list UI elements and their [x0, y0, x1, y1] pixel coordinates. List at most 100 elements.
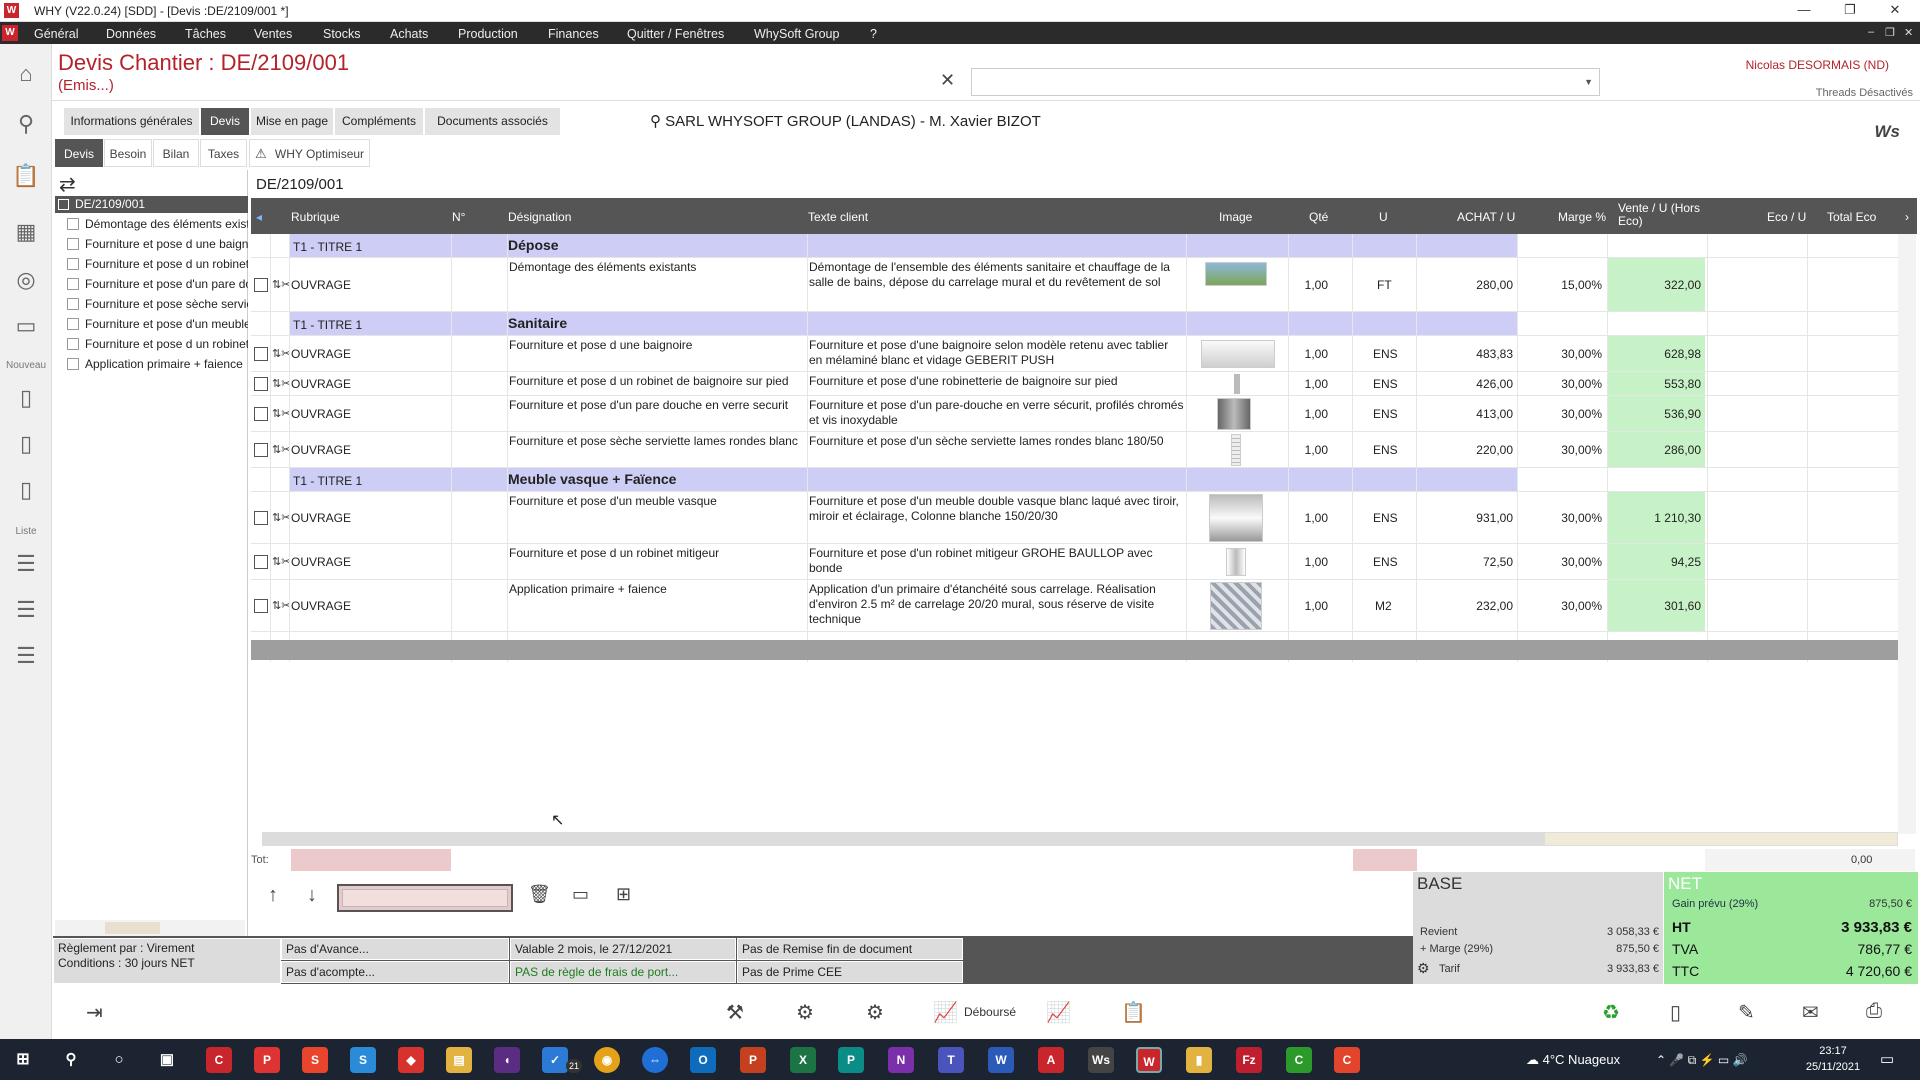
folder-line-icon[interactable]: ▭: [572, 884, 589, 905]
table-row[interactable]: ⇅✂ OUVRAGE Démontage des éléments exista…: [251, 258, 1911, 312]
header-designation[interactable]: Désignation: [508, 210, 571, 224]
exit-door-icon[interactable]: ⇥: [86, 1000, 103, 1025]
tab-complements[interactable]: Compléments: [335, 108, 423, 135]
mdi-minimize-button[interactable]: –: [1868, 26, 1874, 38]
grid-scroll-thumb[interactable]: [1545, 833, 1897, 845]
app-menu-icon[interactable]: W: [2, 25, 18, 41]
menu-donnees[interactable]: Données: [106, 27, 156, 41]
taskbar-search-icon[interactable]: ⚲: [58, 1047, 84, 1073]
whysoft-app-icon[interactable]: Ws: [1088, 1047, 1114, 1073]
cell-vente[interactable]: 553,80: [1607, 372, 1705, 395]
tree-item-checkbox[interactable]: [67, 338, 79, 350]
excel-icon[interactable]: X: [790, 1047, 816, 1073]
tree-root[interactable]: DE/2109/001: [55, 196, 248, 213]
tree-item[interactable]: Démontage des éléments existants: [63, 215, 248, 233]
header-unite[interactable]: U: [1379, 210, 1388, 224]
list-orders-icon[interactable]: ☰: [12, 642, 40, 670]
menu-help[interactable]: ?: [870, 27, 877, 41]
table-row[interactable]: ⇅✂ OUVRAGE Fourniture et pose d'un meubl…: [251, 492, 1911, 544]
row-checkbox[interactable]: [254, 511, 268, 525]
delete-line-icon[interactable]: 🗑: [528, 884, 551, 905]
tree-root-checkbox[interactable]: [58, 199, 69, 210]
tree-item-checkbox[interactable]: [67, 278, 79, 290]
mail-icon[interactable]: ✉: [1802, 1000, 1819, 1025]
subtab-devis[interactable]: Devis: [55, 139, 103, 167]
grid-vertical-scrollbar[interactable]: [1898, 234, 1916, 834]
subtab-bilan[interactable]: Bilan: [153, 139, 199, 167]
header-num[interactable]: N°: [452, 210, 465, 224]
menu-achats[interactable]: Achats: [390, 27, 428, 41]
recycle-icon[interactable]: ♻: [1602, 1000, 1620, 1025]
taskbar-app-icon[interactable]: S: [302, 1047, 328, 1073]
mdi-restore-button[interactable]: ❐: [1885, 26, 1895, 39]
tab-documents-associes[interactable]: Documents associés: [425, 108, 560, 135]
tree-item[interactable]: Fourniture et pose d un robinet: [63, 335, 248, 353]
clock[interactable]: 23:17 25/11/2021: [1800, 1043, 1866, 1075]
section-title-row[interactable]: T1 - TITRE 1 Dépose: [251, 234, 1911, 258]
tree-item[interactable]: Fourniture et pose d'un meuble: [63, 315, 248, 333]
tree-item[interactable]: Fourniture et pose d'un pare douche: [63, 275, 248, 293]
powerpoint-icon[interactable]: P: [740, 1047, 766, 1073]
list-documents-icon[interactable]: ☰: [12, 550, 40, 578]
tab-informations-generales[interactable]: Informations générales: [64, 108, 199, 135]
analytics-chart-icon[interactable]: 📈: [1046, 1000, 1071, 1025]
header-marge[interactable]: Marge %: [1558, 210, 1606, 224]
cell-vente[interactable]: 301,60: [1607, 580, 1705, 631]
clipboard-action-icon[interactable]: 📋: [1121, 1000, 1146, 1025]
menu-finances[interactable]: Finances: [548, 27, 599, 41]
move-up-icon[interactable]: ↑: [268, 884, 278, 907]
new-quote-icon[interactable]: ▯: [12, 430, 40, 458]
table-row[interactable]: ⇅✂ OUVRAGE Fourniture et pose d'un pare …: [251, 396, 1911, 432]
windows-start-icon[interactable]: ⊞: [10, 1047, 36, 1073]
chrome-icon[interactable]: ◉: [594, 1047, 620, 1073]
deposit-setting[interactable]: Pas d'acompte...: [281, 961, 509, 983]
sign-pen-icon[interactable]: ✎: [1738, 1000, 1755, 1025]
calculator-icon[interactable]: ▦: [12, 218, 40, 246]
cell-vente[interactable]: 1 210,30: [1607, 492, 1705, 543]
new-document-icon[interactable]: ▯: [12, 384, 40, 412]
debourse-chart-icon[interactable]: 📈: [933, 1000, 958, 1025]
close-window-button[interactable]: ✕: [1880, 2, 1910, 18]
section-title-row[interactable]: T1 - TITRE 1 Meuble vasque + Faïence: [251, 468, 1911, 492]
grid-horizontal-scrollbar[interactable]: [262, 832, 1898, 846]
cell-vente[interactable]: 286,00: [1607, 432, 1705, 467]
menu-general[interactable]: Général: [34, 27, 78, 41]
tools-icon[interactable]: ⚒: [726, 1000, 744, 1025]
grid-nav-arrow-icon[interactable]: ◂: [256, 210, 262, 224]
teamviewer-icon[interactable]: ⇔: [642, 1047, 668, 1073]
minimize-button[interactable]: —: [1789, 2, 1819, 17]
advance-setting[interactable]: Pas d'Avance...: [281, 938, 509, 960]
filezilla-icon[interactable]: Fz: [1236, 1047, 1262, 1073]
tree-item-checkbox[interactable]: [67, 298, 79, 310]
header-rubrique[interactable]: Rubrique: [291, 210, 340, 224]
tree-item-checkbox[interactable]: [67, 238, 79, 250]
tree-item-checkbox[interactable]: [67, 358, 79, 370]
taskbar-app-icon[interactable]: P: [254, 1047, 280, 1073]
tree-item-checkbox[interactable]: [67, 218, 79, 230]
cell-vente[interactable]: 536,90: [1607, 396, 1705, 431]
menu-quitter-fenetres[interactable]: Quitter / Fenêtres: [627, 27, 724, 41]
close-document-icon[interactable]: ✕: [940, 70, 955, 91]
why-active-app-icon[interactable]: W: [1136, 1047, 1162, 1073]
header-qte[interactable]: Qté: [1309, 210, 1328, 224]
sticky-notes-icon[interactable]: ▮: [1186, 1047, 1212, 1073]
new-order-icon[interactable]: ▯: [12, 476, 40, 504]
taskbar-app-icon[interactable]: C: [1286, 1047, 1312, 1073]
cee-prime-setting[interactable]: Pas de Prime CEE: [737, 961, 963, 983]
row-checkbox[interactable]: [254, 407, 268, 421]
home-icon[interactable]: ⌂: [12, 60, 40, 88]
menu-ventes[interactable]: Ventes: [254, 27, 292, 41]
document-selector-dropdown[interactable]: ▼: [971, 68, 1600, 96]
tree-item[interactable]: Application primaire + faience: [63, 355, 248, 373]
taskbar-app-icon[interactable]: C: [1334, 1047, 1360, 1073]
subtab-why-optimiseur[interactable]: ⚠ WHY Optimiseur: [249, 139, 370, 167]
acrobat-icon[interactable]: A: [1038, 1047, 1064, 1073]
header-scroll-right-icon[interactable]: ›: [1905, 210, 1909, 224]
search-icon[interactable]: ⚲: [12, 110, 40, 138]
subtab-taxes[interactable]: Taxes: [200, 139, 247, 167]
header-image[interactable]: Image: [1219, 210, 1252, 224]
table-row[interactable]: ⇅✂ OUVRAGE Fourniture et pose d un robin…: [251, 372, 1911, 396]
onenote-icon[interactable]: N: [888, 1047, 914, 1073]
row-checkbox[interactable]: [254, 599, 268, 613]
tree-horizontal-scrollbar[interactable]: [55, 920, 245, 936]
